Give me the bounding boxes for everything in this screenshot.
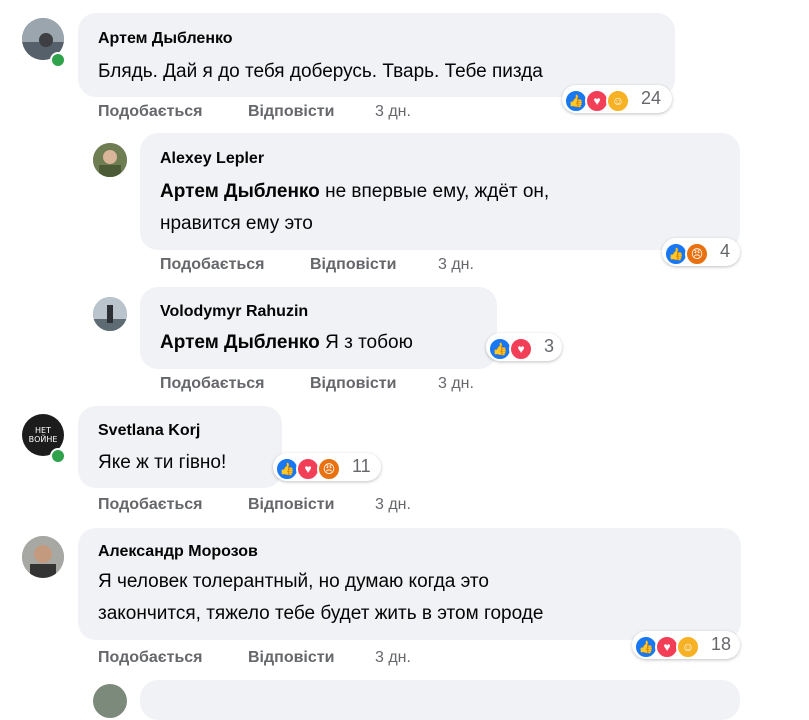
reactions-count: 4 (720, 241, 731, 261)
avatar[interactable] (93, 684, 127, 718)
comment-text: Яке ж ти гівно! (98, 452, 227, 473)
reactions-summary[interactable]: 👍 😠 4 (662, 238, 740, 266)
timestamp[interactable]: 3 дн. (375, 496, 411, 514)
avatar-text: НЕТ ВОЙНЕ (28, 426, 58, 444)
comment-text-body: Я з тобою (319, 332, 413, 353)
comment-text-line1: Я человек толерантный, но думаю когда эт… (98, 571, 489, 592)
comment-text-line1: не впервые ему, ждёт он, (319, 181, 550, 202)
reactions-summary[interactable]: 👍 ♥ 😠 11 (273, 453, 381, 481)
like-button[interactable]: Подобається (160, 375, 265, 393)
comment-author[interactable]: Александр Морозов (98, 543, 258, 561)
timestamp[interactable]: 3 дн. (438, 375, 474, 393)
avatar[interactable] (22, 536, 64, 578)
like-button[interactable]: Подобається (98, 649, 203, 667)
care-reaction-icon: ☺ (606, 89, 630, 113)
comment-author[interactable]: Артем Дыбленко (98, 30, 233, 48)
avatar[interactable] (93, 297, 127, 331)
comment-bubble: Volodymyr Rahuzin Артем Дыбленко Я з тоб… (140, 287, 497, 369)
mention-link[interactable]: Артем Дыбленко (160, 181, 320, 202)
like-button[interactable]: Подобається (160, 256, 265, 274)
avatar-photo (22, 536, 64, 578)
comment-text-line2: закончится, тяжело тебе будет жить в это… (98, 603, 544, 624)
reply-button[interactable]: Відповісти (248, 496, 334, 514)
reactions-count: 18 (711, 634, 732, 654)
avatar[interactable] (93, 143, 127, 177)
reactions-summary[interactable]: 👍 ♥ 3 (486, 333, 562, 361)
angry-reaction-icon: 😠 (685, 242, 709, 266)
reactions-count: 24 (641, 88, 662, 108)
like-button[interactable]: Подобається (98, 496, 203, 514)
comment-text: Артем Дыбленко не впервые ему, ждёт он, … (160, 176, 730, 240)
angry-reaction-icon: 😠 (317, 457, 341, 481)
comment-text: Блядь. Дай я до тебя доберусь. Тварь. Те… (98, 61, 543, 82)
reactions-summary[interactable]: 👍 ♥ ☺ 18 (632, 631, 740, 659)
timestamp[interactable]: 3 дн. (438, 256, 474, 274)
comment-bubble: Svetlana Korj Яке ж ти гівно! (78, 406, 282, 488)
online-status-icon (50, 448, 66, 464)
online-status-icon (50, 52, 66, 68)
comment-bubble: Alexey Lepler Артем Дыбленко не впервые … (140, 133, 740, 250)
reply-button[interactable]: Відповісти (310, 256, 396, 274)
comment-text-line2: нравится ему это (160, 213, 313, 234)
like-button[interactable]: Подобається (98, 103, 203, 121)
reactions-summary[interactable]: 👍 ♥ ☺ 24 (562, 85, 672, 113)
comment-bubble (140, 680, 740, 720)
reply-button[interactable]: Відповісти (310, 375, 396, 393)
timestamp[interactable]: 3 дн. (375, 103, 411, 121)
reactions-count: 3 (544, 336, 555, 356)
comment-author[interactable]: Alexey Lepler (160, 150, 264, 168)
comment-author[interactable]: Volodymyr Rahuzin (160, 303, 308, 321)
avatar-photo (93, 297, 127, 331)
comment-author[interactable]: Svetlana Korj (98, 422, 200, 440)
comment-bubble: Александр Морозов Я человек толерантный,… (78, 528, 741, 640)
comment-text: Я человек толерантный, но думаю когда эт… (98, 566, 738, 630)
reply-button[interactable]: Відповісти (248, 103, 334, 121)
comment-text: Артем Дыбленко Я з тобою (160, 327, 413, 359)
reply-button[interactable]: Відповісти (248, 649, 334, 667)
timestamp[interactable]: 3 дн. (375, 649, 411, 667)
care-reaction-icon: ☺ (676, 635, 700, 659)
reactions-count: 11 (352, 456, 371, 476)
avatar-photo (93, 143, 127, 177)
love-reaction-icon: ♥ (509, 337, 533, 361)
mention-link[interactable]: Артем Дыбленко (160, 332, 320, 353)
